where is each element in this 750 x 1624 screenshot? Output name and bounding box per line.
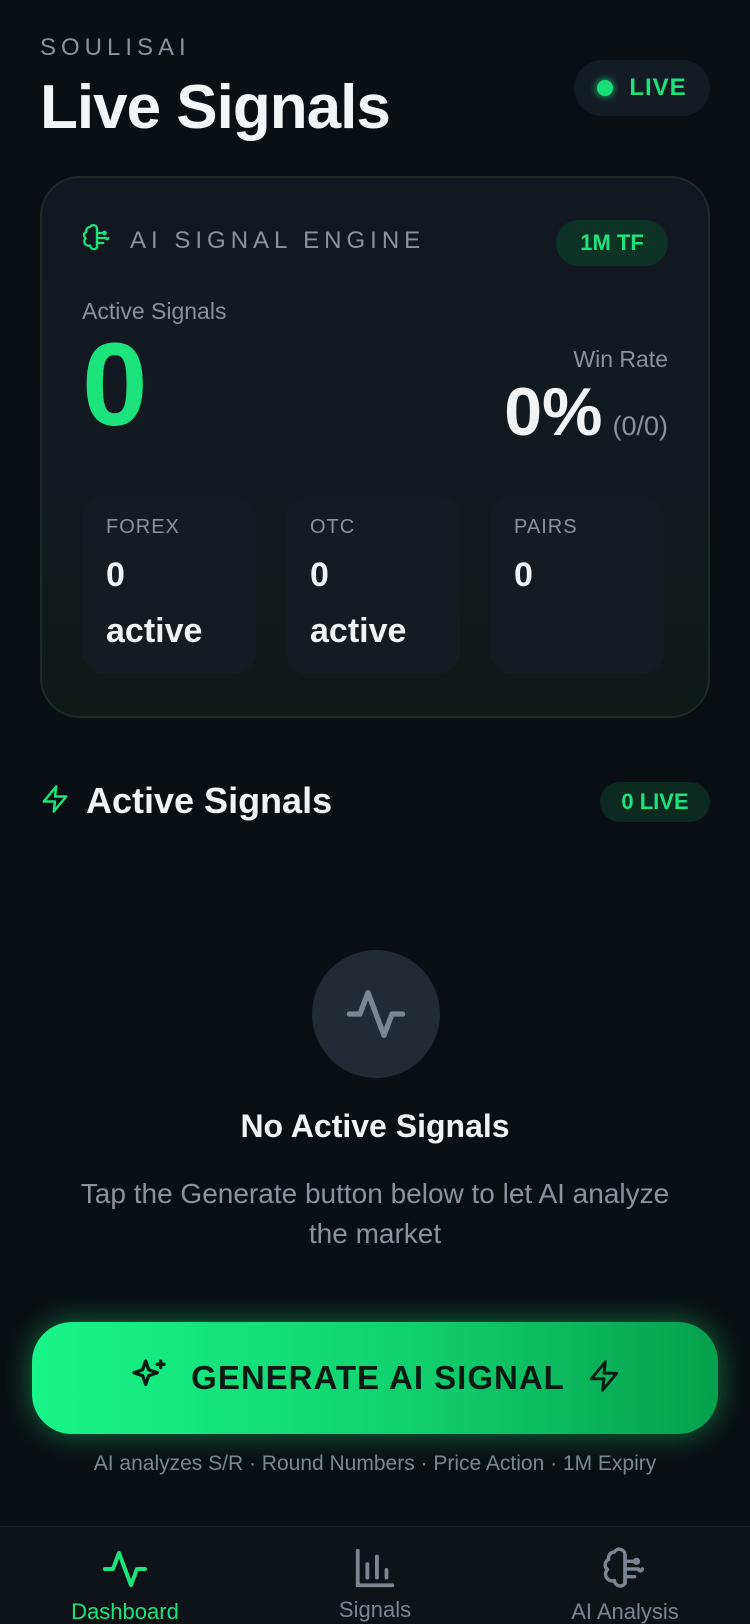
- engine-title: AI SIGNAL ENGINE: [130, 226, 426, 254]
- stat-value: 0: [514, 556, 533, 594]
- signal-engine-card: AI SIGNAL ENGINE 1M TF Active Signals 0 …: [40, 176, 710, 718]
- brand-name: SOULISAI: [40, 34, 191, 61]
- pulse-icon: [346, 990, 406, 1038]
- live-signals-screen: SOULISAI Live Signals LIVE AI SIGNAL ENG…: [0, 0, 750, 1624]
- empty-state-subtitle: Tap the Generate button below to let AI …: [80, 1178, 670, 1249]
- empty-state-badge: [312, 950, 440, 1078]
- active-signals-header: Active Signals: [40, 780, 332, 822]
- brain-icon: [603, 1547, 644, 1588]
- timeframe-badge: 1M TF: [556, 220, 668, 266]
- lightning-icon: [40, 782, 70, 821]
- generate-signal-button[interactable]: GENERATE AI SIGNAL: [32, 1322, 718, 1434]
- bottom-nav: Dashboard Signals AI Analysis: [0, 1526, 750, 1624]
- stat-pairs: PAIRS 0: [490, 496, 664, 674]
- brain-icon: [82, 222, 112, 259]
- win-rate-label: Win Rate: [573, 346, 668, 372]
- engine-header: AI SIGNAL ENGINE: [82, 222, 425, 259]
- live-count-badge: 0 LIVE: [600, 782, 710, 822]
- live-status-label: LIVE: [629, 74, 687, 101]
- pulse-icon: [103, 1551, 147, 1587]
- empty-state-title: No Active Signals: [240, 1108, 510, 1144]
- stat-value: 0 active: [310, 556, 407, 650]
- nav-label: Dashboard: [71, 1599, 179, 1624]
- stat-otc: OTC 0 active: [286, 496, 460, 674]
- nav-label: AI Analysis: [571, 1599, 679, 1624]
- win-rate-count: (0/0): [612, 411, 668, 441]
- page-title: Live Signals: [40, 73, 391, 142]
- bar-chart-icon: [355, 1548, 395, 1588]
- sparkles-icon: [129, 1356, 169, 1401]
- nav-item-ai-analysis[interactable]: AI Analysis: [500, 1545, 750, 1624]
- nav-item-dashboard[interactable]: Dashboard: [0, 1545, 250, 1624]
- nav-label: Signals: [338, 1597, 412, 1622]
- stat-label: PAIRS: [514, 516, 578, 538]
- active-signals-count: 0: [82, 319, 148, 451]
- stat-label: OTC: [310, 516, 356, 538]
- stat-value: 0 active: [106, 556, 203, 650]
- live-status-badge: LIVE: [574, 60, 710, 116]
- generate-signal-label: GENERATE AI SIGNAL: [191, 1359, 565, 1396]
- nav-item-signals[interactable]: Signals: [250, 1545, 500, 1623]
- section-title: Active Signals: [86, 780, 333, 821]
- generate-hint: AI analyzes S/R · Round Numbers · Price …: [93, 1452, 657, 1475]
- live-dot-icon: [597, 80, 614, 96]
- stat-forex: FOREX 0 active: [82, 496, 256, 674]
- stat-label: FOREX: [106, 516, 180, 538]
- win-rate: 0% (0/0): [504, 378, 668, 446]
- win-rate-value: 0%: [504, 374, 603, 450]
- lightning-icon: [587, 1357, 621, 1400]
